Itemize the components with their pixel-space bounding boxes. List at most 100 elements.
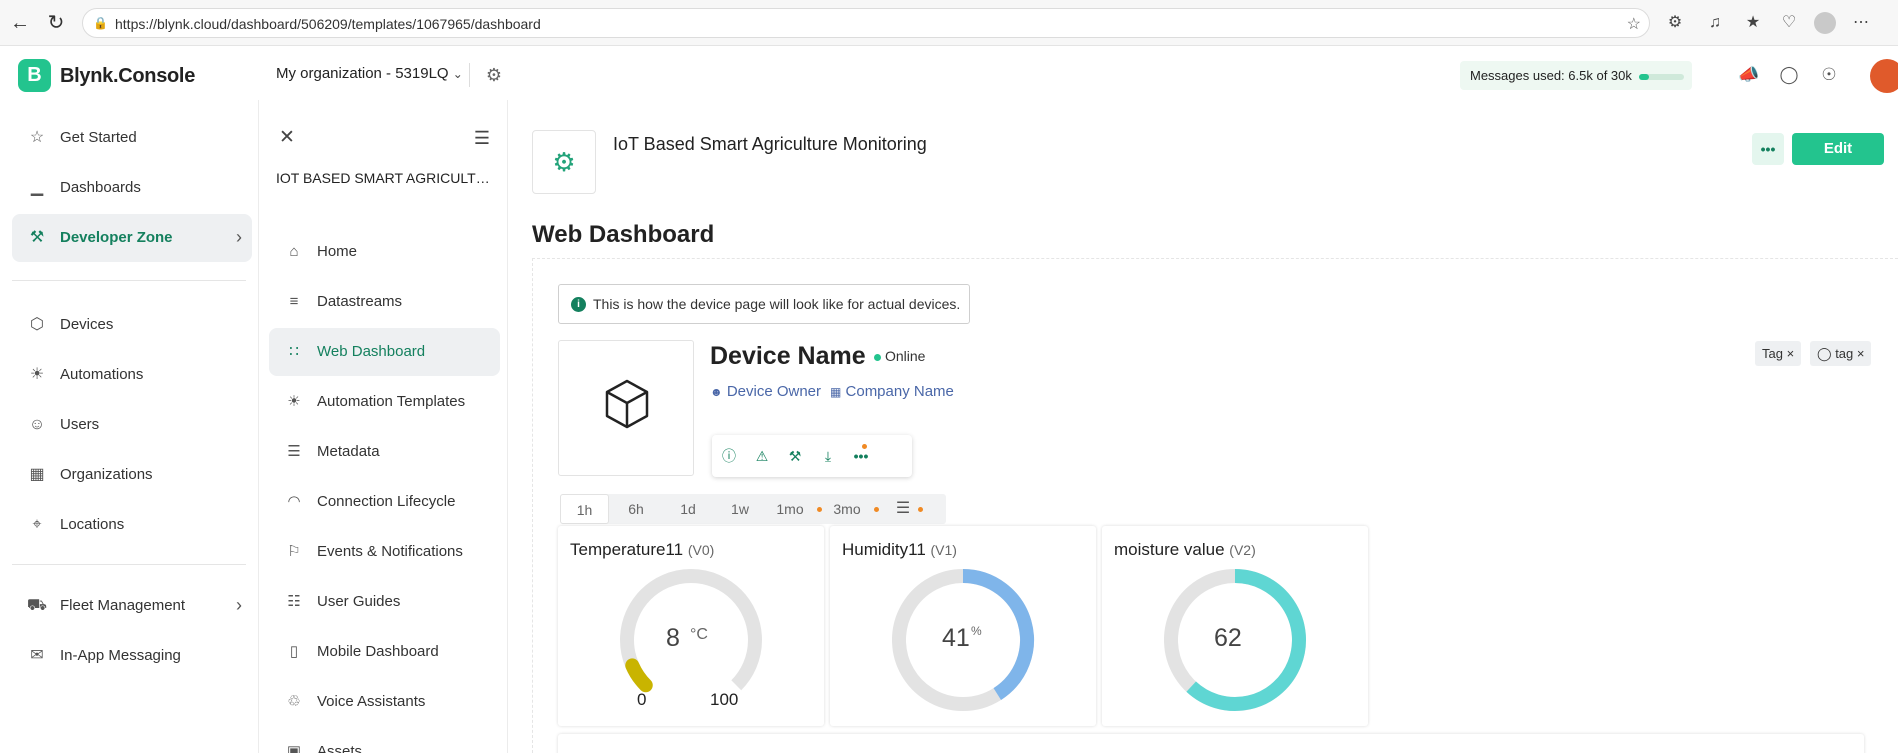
help-icon[interactable]: ◯ [1778,64,1800,86]
app-header: My organization - 5319LQ ⌄ ⚙ Messages us… [258,46,1898,100]
close-icon[interactable]: × [1787,346,1795,361]
template-nav-label: Assets [317,743,363,753]
device-action-bar: ⓘ ⚠ ⚒ ⤓ ••• [712,435,912,477]
close-icon[interactable]: ✕ [277,128,297,148]
time-tab-1mo[interactable]: 1mo [767,494,813,524]
template-nav-label: Automation Templates [317,393,466,410]
gauge-value-arc [625,658,653,693]
template-nav-mobile-dashboard[interactable]: ▯ Mobile Dashboard [269,628,500,676]
sidebar-item-get-started[interactable]: ☆ Get Started [12,114,252,162]
template-image[interactable]: ⚙ [532,130,596,194]
tools-icon[interactable]: ⚒ [784,445,806,467]
sidebar-item-automations[interactable]: ☀ Automations [12,351,252,399]
widget-unit: °C [690,626,708,643]
widget-value: 62 [1214,624,1242,652]
time-tab-1mo-dot [817,507,822,512]
sidebar-item-devices[interactable]: ⬡ Devices [12,301,252,349]
time-tab-1w[interactable]: 1w [715,494,765,524]
template-nav-assets[interactable]: ▣ Assets [269,728,500,753]
close-icon[interactable]: × [1857,346,1865,361]
user-icon: ☻ [710,385,723,399]
template-sidebar: ✕ ☰ IOT BASED SMART AGRICULTU... ⌂ Home ≡ D… [258,100,508,753]
health-icon[interactable]: ♡ [1778,12,1800,34]
gear-icon[interactable]: ⚙ [483,64,505,86]
more-options-button[interactable]: ••• [1752,133,1784,165]
template-nav-datastreams[interactable]: ≡ Datastreams [269,278,500,326]
template-nav-web-dashboard[interactable]: ∷ Web Dashboard [269,328,500,376]
template-nav-label: User Guides [317,593,401,610]
automation-icon: ☀ [287,393,301,410]
info-circle-icon[interactable]: ⓘ [718,445,740,467]
wifi-icon: ◠ [287,493,301,510]
more-icon[interactable]: ••• [850,445,872,467]
sidebar-item-label: Devices [60,316,114,333]
tag-chip[interactable]: Tag × [1755,341,1802,366]
device-name: Device Name [710,342,866,370]
template-nav-label: Events & Notifications [317,543,463,560]
extensions-icon[interactable]: ⚙ [1664,12,1686,34]
time-tab-6h[interactable]: 6h [611,494,661,524]
info-banner: i This is how the device page will look … [558,284,970,324]
browser-toolbar: ← ↻ 🔒 https://blynk.cloud/dashboard/5062… [0,0,1898,46]
company-name-label: Company Name [845,383,954,400]
read-aloud-icon[interactable]: ♫ [1704,12,1726,34]
chevron-down-icon: ⌄ [452,67,463,81]
megaphone-icon[interactable]: 📣 [1738,64,1760,86]
users-icon: ☺ [28,416,46,433]
org-selector[interactable]: My organization - 5319LQ ⌄ [276,65,463,82]
sidebar-item-fleet-management[interactable]: ⛟ Fleet Management › [12,582,252,630]
sidebar-item-developer-zone[interactable]: ⚒ Developer Zone › [12,214,252,262]
back-arrow-icon[interactable]: ← [8,11,32,35]
more-icon[interactable]: ⋯ [1850,12,1872,34]
device-owner-link[interactable]: ☻ Device Owner [710,383,821,400]
star-icon[interactable]: ☆ [1627,14,1641,34]
home-icon: ⌂ [289,243,299,260]
tag-chip-label: Tag [1762,346,1783,361]
messaging-icon: ✉ [30,647,44,664]
edit-button[interactable]: Edit [1792,133,1884,165]
custom-range-icon[interactable]: ☰ [886,494,920,524]
sidebar-divider [12,280,246,281]
bell-icon[interactable]: ⚠ [751,445,773,467]
messages-usage-fill [1639,74,1649,80]
sidebar-item-in-app-messaging[interactable]: ✉ In-App Messaging [12,632,252,680]
avatar[interactable] [1870,59,1898,93]
assets-icon: ▣ [286,743,302,753]
sidebar-item-locations[interactable]: ⌖ Locations [12,501,252,549]
grid-icon: ∷ [289,343,299,360]
download-icon[interactable]: ⤓ [817,445,839,467]
time-tab-1d[interactable]: 1d [663,494,713,524]
favorites-icon[interactable]: ★ [1742,12,1764,34]
bug-icon[interactable]: ☉ [1818,64,1840,86]
location-pin-icon: ⌖ [32,516,42,533]
template-nav-automation-templates[interactable]: ☀ Automation Templates [269,378,500,426]
template-nav-home[interactable]: ⌂ Home [269,228,500,276]
chevron-right-icon: › [236,227,242,247]
menu-icon[interactable]: ☰ [472,128,492,148]
custom-range-dot [918,507,923,512]
mobile-icon: ▯ [289,643,299,660]
template-nav-events-notifications[interactable]: ⚐ Events & Notifications [269,528,500,576]
sidebar-item-dashboards[interactable]: ▁ Dashboards [12,164,252,212]
sidebar-item-label: Users [60,416,100,433]
building-icon: ▦ [830,385,842,399]
address-bar[interactable]: 🔒 https://blynk.cloud/dashboard/506209/t… [82,8,1650,38]
device-image [558,340,694,476]
widget-card: moisture value (V2) 62 [1102,526,1368,726]
template-name: IOT BASED SMART AGRICULTU... [276,170,496,186]
company-name-link[interactable]: ▦ Company Name [830,383,954,400]
sidebar-item-users[interactable]: ☺ Users [12,401,252,449]
time-tab-1h[interactable]: 1h [560,494,609,524]
widget-card: Temperature11 (V0) 8 °C 0 100 [558,526,824,726]
template-nav-connection-lifecycle[interactable]: ◠ Connection Lifecycle [269,478,500,526]
device-status: Online [885,348,926,364]
profile-icon[interactable] [1814,12,1836,34]
template-nav-metadata[interactable]: ☰ Metadata [269,428,500,476]
refresh-icon[interactable]: ↻ [44,11,68,35]
template-nav-user-guides[interactable]: ☷ User Guides [269,578,500,626]
tag-chip[interactable]: ◯ tag × [1810,341,1872,366]
time-tab-3mo[interactable]: 3mo [824,494,870,524]
automation-icon: ☀ [29,366,45,383]
sidebar-item-organizations[interactable]: ▦ Organizations [12,451,252,499]
template-nav-voice-assistants[interactable]: ♲ Voice Assistants [269,678,500,726]
